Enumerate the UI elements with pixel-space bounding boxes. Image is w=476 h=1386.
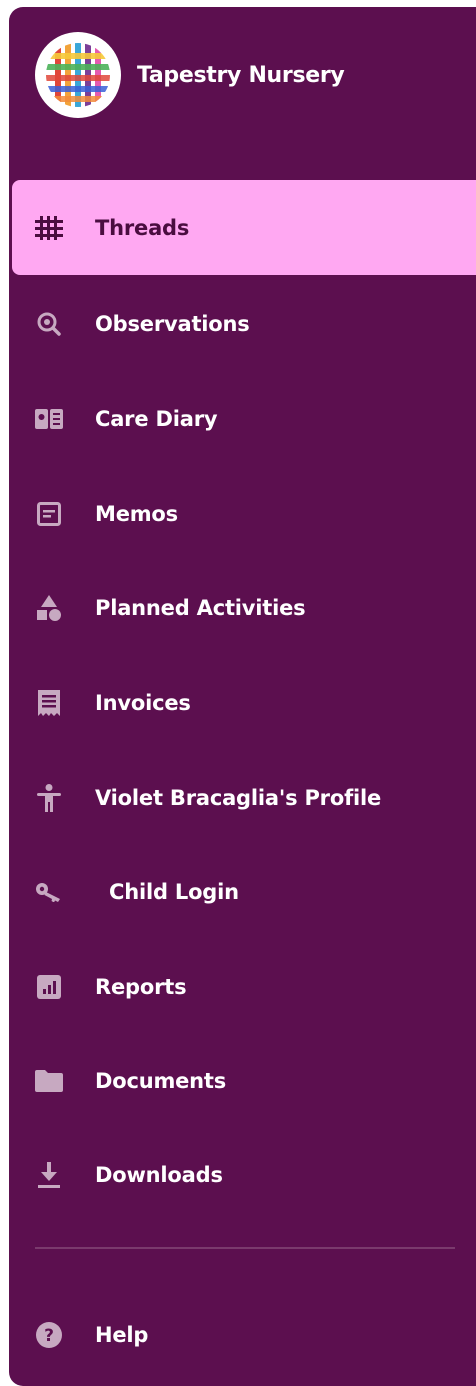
shapes-icon [35, 594, 63, 622]
nav-label-memos: Memos [95, 501, 178, 526]
nav-item-documents[interactable]: Documents [9, 1033, 476, 1128]
memo-icon [35, 500, 63, 528]
nav-label-invoices: Invoices [95, 690, 191, 715]
nav-item-care-diary[interactable]: Care Diary [9, 371, 476, 466]
folder-icon [35, 1067, 63, 1095]
nav-item-help[interactable]: ? Help [9, 1287, 476, 1382]
nav-item-memos[interactable]: Memos [9, 466, 476, 561]
nav-label-child-login: Child Login [109, 879, 239, 904]
hash-grid-icon [35, 214, 63, 242]
svg-text:?: ? [44, 1326, 54, 1346]
question-circle-icon: ? [35, 1321, 63, 1349]
nav-label-threads: Threads [95, 215, 190, 240]
key-icon [35, 878, 63, 906]
sidebar: Tapestry Nursery Threads Observations Ca… [9, 7, 476, 1386]
brand-header[interactable]: Tapestry Nursery [35, 32, 345, 118]
nav-label-reports: Reports [95, 974, 187, 999]
nav-label-planned-activities: Planned Activities [95, 595, 306, 620]
nav-item-child-login[interactable]: Child Login [9, 844, 476, 939]
nav-label-child-profile: Violet Bracaglia's Profile [95, 785, 382, 810]
nav-divider [35, 1247, 455, 1249]
magnify-eye-icon [35, 310, 63, 338]
nav-item-threads[interactable]: Threads [12, 180, 476, 275]
nav-item-downloads[interactable]: Downloads [9, 1127, 476, 1222]
open-book-icon [35, 405, 63, 433]
download-icon [35, 1161, 63, 1189]
nav-label-downloads: Downloads [95, 1162, 223, 1187]
receipt-icon [35, 689, 63, 717]
nav-item-invoices[interactable]: Invoices [9, 655, 476, 750]
nav-item-child-profile[interactable]: Violet Bracaglia's Profile [9, 750, 476, 845]
bar-chart-icon [35, 973, 63, 1001]
brand-name: Tapestry Nursery [137, 62, 345, 88]
woven-tapestry-logo-icon [35, 32, 121, 118]
nav-label-documents: Documents [95, 1068, 227, 1093]
nav-label-observations: Observations [95, 311, 250, 336]
nav-item-planned-activities[interactable]: Planned Activities [9, 560, 476, 655]
nav-item-observations[interactable]: Observations [9, 276, 476, 371]
nav-item-reports[interactable]: Reports [9, 939, 476, 1034]
child-figure-icon [35, 783, 63, 812]
nav-label-care-diary: Care Diary [95, 406, 218, 431]
nav-label-help: Help [95, 1322, 149, 1347]
